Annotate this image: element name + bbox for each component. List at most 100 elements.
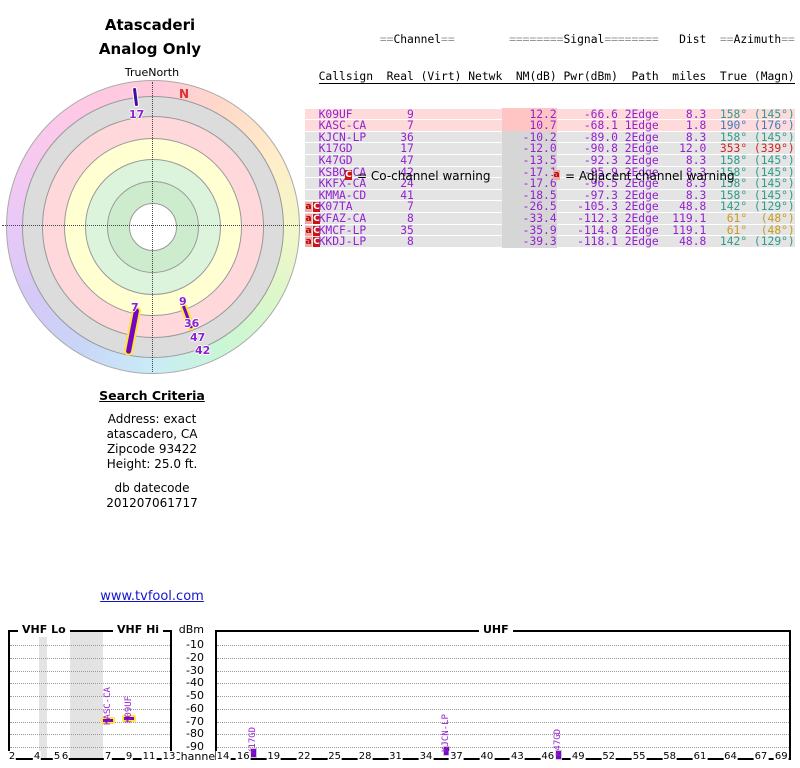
- gridline: [217, 670, 789, 672]
- azimuth-true-cell: 142°: [706, 235, 748, 249]
- spectrum-gap-band: [70, 632, 103, 758]
- real-channel-cell: 8: [379, 235, 414, 249]
- nm-db-cell: -33.4: [502, 211, 557, 225]
- polar-label-ch17: 17: [129, 108, 145, 121]
- dbm-axis-unit: dBm: [178, 623, 204, 636]
- channel-tick-label: 49: [570, 751, 586, 762]
- network-cell: [461, 235, 502, 248]
- adjacent-warning-flag: a: [305, 237, 312, 248]
- station-callsign-label: K09UF: [124, 696, 134, 724]
- dbm-tick-label: -10: [186, 638, 204, 651]
- channel-tick-label: 4: [32, 751, 42, 762]
- gridline: [217, 721, 789, 723]
- channel-tick-label: 55: [631, 751, 647, 762]
- dbm-tick-label: -90: [186, 740, 204, 753]
- search-zipcode: Zipcode 93422: [106, 442, 198, 456]
- channel-tick-label: 28: [357, 751, 373, 762]
- gridline: [10, 645, 170, 646]
- gridline: [10, 734, 170, 736]
- vhf-panel: VHF Lo VHF Hi 2 4 5 6 7 9 11 13 KASC-CA K09UF: [7, 623, 177, 762]
- callsign-cell: KKDJ-LP: [318, 235, 380, 249]
- channel-tick-label: 37: [449, 751, 464, 762]
- gridline: [10, 696, 170, 697]
- gridline: [217, 696, 789, 697]
- polar-label-ch9: 9: [179, 295, 187, 308]
- polar-label-ch42: 42: [195, 344, 211, 357]
- search-criteria: Search Criteria Address: exact atascader…: [42, 388, 262, 472]
- channel-tick-label: 9: [124, 751, 134, 762]
- uhf-band-label: UHF: [479, 623, 513, 637]
- distance-cell: 48.8: [658, 235, 707, 249]
- dbm-tick-label: -50: [186, 689, 204, 702]
- dbm-tick-label: -80: [186, 727, 204, 740]
- adjacent-channel-badge: a: [553, 170, 560, 180]
- warning-flags: aC: [305, 201, 320, 213]
- channel-tick-label: 40: [479, 751, 495, 762]
- gridline: [10, 657, 170, 659]
- channel-tick-label: 7: [103, 751, 113, 762]
- uhf-panel: UHF 14 16 19 22 25 28 31 34 37 40 43 46 49 52 55 58 61 64…: [215, 623, 791, 762]
- azimuth-magnetic-cell: (129°): [747, 235, 795, 249]
- warning-flags: aC: [305, 236, 320, 248]
- gridline: [10, 708, 170, 710]
- power-dbm-cell: -118.1: [556, 235, 618, 249]
- dbm-tick-label: -60: [186, 702, 204, 715]
- spectrum-gap-band: [39, 632, 47, 758]
- polar-label-ch36: 36: [184, 317, 200, 330]
- tvfool-report: Atascaderi Analog Only TrueNorth N 17 7 …: [0, 0, 800, 768]
- dbm-tick-label: -40: [186, 676, 204, 689]
- vhf-hi-band-label: VHF Hi: [113, 623, 164, 637]
- gridline: [217, 645, 789, 646]
- gridline: [217, 657, 789, 659]
- channel-tick-label: 31: [388, 751, 403, 762]
- channel-tick-label: 46: [540, 751, 556, 762]
- co-channel-badge: C: [345, 170, 352, 180]
- dbm-tick-label: -20: [186, 651, 204, 664]
- location-title: Atascaderi: [104, 16, 196, 34]
- adjacent-warning-flag: a: [305, 213, 312, 224]
- co-channel-text: = Co-channel warning: [357, 169, 491, 183]
- db-datecode: db datecode 201207061717: [42, 481, 262, 511]
- gridline: [10, 683, 170, 685]
- db-datecode-value: 201207061717: [106, 496, 198, 510]
- vhf-lo-band-label: VHF Lo: [18, 623, 70, 637]
- channel-tick-label: 22: [296, 751, 312, 762]
- channel-tick-label: 13: [161, 751, 177, 762]
- warning-flags: aC: [305, 225, 320, 237]
- channel-tick-label: 19: [266, 751, 282, 762]
- adjacent-warning-flag: a: [305, 225, 312, 236]
- gridline: [10, 670, 170, 672]
- channel-tick-label: 6: [60, 751, 70, 762]
- channel-tick-label: 34: [418, 751, 434, 762]
- mode-title: Analog Only: [98, 40, 202, 58]
- channel-tick-label: 16: [235, 751, 251, 762]
- gridline: [217, 747, 789, 748]
- gridline: [10, 747, 170, 748]
- gridline: [10, 721, 170, 723]
- channel-tick-label: 2: [7, 751, 17, 762]
- channel-tick-label: 14: [215, 751, 231, 762]
- gridline: [217, 683, 789, 685]
- channel-tick-label: 25: [327, 751, 343, 762]
- adjacent-warning-flag: a: [305, 202, 312, 213]
- search-city: atascadero, CA: [106, 427, 198, 441]
- center-circle: [129, 203, 177, 251]
- channel-tick-label: 64: [723, 751, 738, 762]
- tvfool-link[interactable]: www.tvfool.com: [100, 589, 204, 604]
- table-row: a CKKDJ-LP 8 -39.3 -118.1 2Edge 48.8 142°…: [305, 235, 795, 249]
- channel-tick-label: 69: [773, 751, 789, 762]
- adjacent-channel-text: = Adjacent channel warning: [565, 169, 735, 183]
- station-callsign-label: KJCN-LP: [441, 713, 452, 752]
- co-channel-legend: C = Co-channel warning: [344, 169, 491, 183]
- adjacent-channel-legend: a = Adjacent channel warning: [553, 169, 735, 183]
- warning-flags: aC: [305, 213, 320, 225]
- path-cell: 2Edge: [617, 235, 659, 249]
- polar-label-ch7: 7: [131, 301, 139, 314]
- channel-tick-label: 61: [692, 751, 708, 762]
- channel-tick-label: 67: [753, 751, 769, 762]
- channel-tick-label: 11: [141, 751, 157, 762]
- db-datecode-label: db datecode: [114, 481, 190, 495]
- table-group-header: ==Channel== ========Signal======== Dist …: [379, 33, 795, 46]
- station-callsign-label: KASC-CA: [103, 687, 113, 726]
- channel-tick-label: 58: [662, 751, 677, 762]
